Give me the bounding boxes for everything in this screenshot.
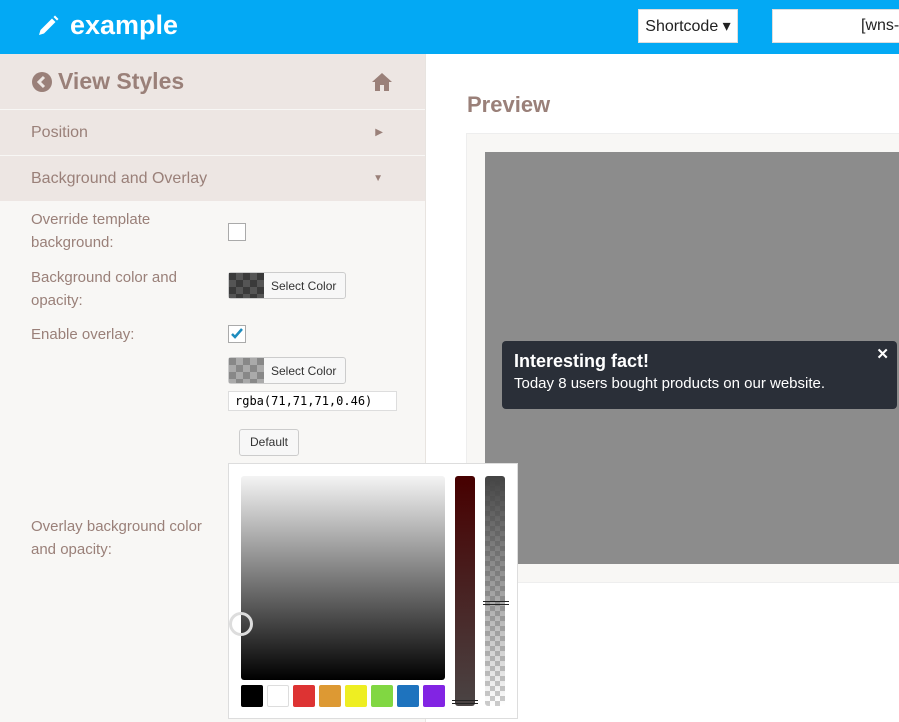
palette-swatch[interactable] (241, 685, 263, 707)
pencil-icon (39, 15, 59, 35)
preview-title: Preview (467, 92, 551, 117)
alpha-slider[interactable] (485, 476, 505, 706)
alpha-handle[interactable] (483, 601, 509, 605)
palette-swatch[interactable] (397, 685, 419, 707)
bg-color-label: Background color and opacity: (31, 269, 177, 309)
section-position[interactable]: Position ▶ (0, 110, 425, 156)
button-label: Select Color (271, 279, 337, 293)
toast-text: Today 8 users bought products on our web… (514, 375, 826, 392)
section-label: Background and Overlay (31, 169, 208, 187)
palette-swatch[interactable] (345, 685, 367, 707)
overlay-label: Enable overlay: (31, 326, 135, 343)
overlay-color-button[interactable]: Select Color (228, 357, 346, 384)
bg-color-button[interactable]: Select Color (228, 272, 346, 299)
overlay-color-label: Overlay background color and opacity: (31, 518, 202, 558)
overlay-checkbox[interactable] (228, 325, 246, 343)
chevron-left-circle-icon (32, 71, 52, 92)
color-handle[interactable] (229, 612, 253, 636)
rgba-input[interactable]: rgba(71,71,71,0.46) (228, 391, 397, 411)
top-bar: example Shortcode ▾ [wns- (0, 0, 899, 54)
sidebar-header: View Styles (0, 54, 425, 110)
palette-swatch[interactable] (423, 685, 445, 707)
default-button[interactable]: Default (239, 429, 299, 456)
home-icon[interactable] (371, 72, 393, 92)
caret-down-icon: ▼ (373, 173, 383, 184)
palette-swatch[interactable] (267, 685, 289, 707)
caret-right-icon: ▶ (375, 127, 383, 138)
shortcode-input[interactable]: [wns- (772, 9, 899, 43)
app-title: example (70, 10, 179, 40)
sidebar-title: View Styles (58, 68, 185, 94)
palette-swatch[interactable] (319, 685, 341, 707)
brand: example (36, 10, 178, 41)
notification-toast: Interesting fact! Today 8 users bought p… (502, 341, 897, 409)
override-label: Override template background: (31, 211, 151, 251)
back-button[interactable]: View Styles (32, 68, 184, 95)
hue-slider[interactable] (455, 476, 475, 706)
shortcode-dropdown[interactable]: Shortcode ▾ (638, 9, 738, 43)
checkmark-icon (231, 328, 243, 339)
hue-handle[interactable] (452, 700, 478, 704)
saturation-square[interactable] (241, 476, 445, 680)
button-label: Select Color (271, 364, 337, 378)
color-swatch (229, 358, 264, 383)
palette (241, 685, 445, 707)
color-swatch (229, 273, 264, 298)
override-checkbox[interactable] (228, 223, 246, 241)
color-picker (228, 463, 518, 719)
section-label: Position (31, 123, 88, 141)
toast-title: Interesting fact! (514, 351, 650, 371)
close-icon[interactable]: ✕ (876, 345, 889, 363)
palette-swatch[interactable] (371, 685, 393, 707)
section-background-overlay[interactable]: Background and Overlay ▼ (0, 156, 425, 202)
palette-swatch[interactable] (293, 685, 315, 707)
